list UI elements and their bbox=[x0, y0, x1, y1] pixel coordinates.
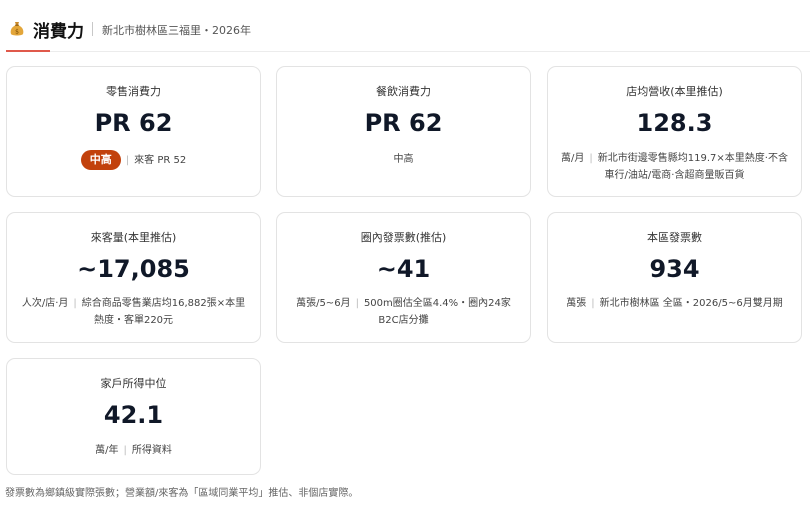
card-note: 萬/年 | 所得資料 bbox=[17, 442, 250, 459]
level-badge: 中高 bbox=[80, 150, 121, 170]
note-text: 新北市樹林區 全區・2026/5~6月雙月期 bbox=[599, 298, 783, 309]
note-divider: | bbox=[355, 298, 359, 309]
note-text: 綜合商品零售業店均16,882張×本里熱度・客單220元 bbox=[81, 298, 246, 326]
card-label: 本區發票數 bbox=[647, 231, 702, 244]
moneybag-icon: $ bbox=[10, 22, 24, 36]
note-divider: | bbox=[73, 298, 77, 309]
unit-text: 萬張/5~6月 bbox=[296, 298, 351, 309]
card-value: 934 bbox=[649, 255, 700, 283]
card-label: 圈內發票數(推估) bbox=[360, 231, 447, 244]
note-divider: | bbox=[123, 445, 127, 456]
note-text: 新北市街邊零售縣均119.7×本里熱度·不含車行/油站/電商·含超商量販百貨 bbox=[597, 153, 788, 181]
card-note: 萬張 | 新北市樹林區 全區・2026/5~6月雙月期 bbox=[558, 295, 791, 312]
store-revenue-card: 店均營收(本里推估) 128.3 萬/月 | 新北市街邊零售縣均119.7×本里熱度… bbox=[547, 66, 802, 197]
note-divider: | bbox=[125, 155, 130, 166]
card-label: 店均營收(本里推估) bbox=[626, 85, 723, 98]
card-note: 人次/店·月 | 綜合商品零售業店均16,882張×本里熱度・客單220元 bbox=[17, 295, 250, 329]
card-note: 中高 bbox=[393, 154, 414, 165]
card-value: ~17,085 bbox=[77, 255, 190, 283]
section-header: $ 消費力 新北市樹林區三福里・2026年 bbox=[0, 0, 810, 54]
footnote: 發票數為鄉鎮級實際張數；營業額/來客為「區域同業平均」推估、非個店實際。 bbox=[5, 488, 359, 499]
card-value: PR 62 bbox=[94, 109, 173, 137]
note-text: 來客 PR 52 bbox=[134, 155, 187, 166]
svg-text:$: $ bbox=[15, 29, 19, 36]
visitor-count-card: 來客量(本里推估) ~17,085 人次/店·月 | 綜合商品零售業店均16,882… bbox=[6, 212, 261, 343]
card-value: PR 62 bbox=[364, 109, 443, 137]
note-divider: | bbox=[591, 298, 595, 309]
location-subtitle: 新北市樹林區三福里・2026年 bbox=[102, 24, 251, 37]
household-income-card: 家戶所得中位 42.1 萬/年 | 所得資料 bbox=[6, 358, 261, 475]
card-value: ~41 bbox=[376, 255, 431, 283]
note-text: 所得資料 bbox=[131, 445, 172, 456]
card-label: 零售消費力 bbox=[106, 85, 161, 98]
card-label: 來客量(本里推估) bbox=[90, 231, 177, 244]
card-note: 萬/月 | 新北市街邊零售縣均119.7×本里熱度·不含車行/油站/電商·含超商量販… bbox=[558, 150, 791, 184]
card-label: 家戶所得中位 bbox=[100, 377, 167, 390]
note-text: 500m圈估全區4.4%・圈內24家B2C店分攤 bbox=[363, 298, 511, 326]
unit-text: 人次/店·月 bbox=[21, 298, 69, 309]
district-invoice-card: 本區發票數 934 萬張 | 新北市樹林區 全區・2026/5~6月雙月期 bbox=[547, 212, 802, 343]
card-value: 42.1 bbox=[103, 401, 164, 429]
title-accent-bar bbox=[6, 50, 50, 52]
note-divider: | bbox=[589, 153, 593, 164]
card-value: 128.3 bbox=[636, 109, 713, 137]
retail-spending-card: 零售消費力 PR 62 中高 | 來客 PR 52 bbox=[6, 66, 261, 197]
card-note: 中高 | 來客 PR 52 bbox=[17, 150, 250, 170]
unit-text: 萬/年 bbox=[95, 445, 119, 456]
unit-text: 萬張 bbox=[566, 298, 587, 309]
card-label: 餐飲消費力 bbox=[376, 85, 431, 98]
header-rule bbox=[50, 51, 810, 52]
card-note: 萬張/5~6月 | 500m圈估全區4.4%・圈內24家B2C店分攤 bbox=[287, 295, 520, 329]
header-divider bbox=[92, 22, 93, 36]
unit-text: 萬/月 bbox=[561, 153, 585, 164]
page-title: 消費力 bbox=[33, 22, 84, 42]
area-invoice-card: 圈內發票數(推估) ~41 萬張/5~6月 | 500m圈估全區4.4%・圈內24家… bbox=[276, 212, 531, 343]
dining-spending-card: 餐飲消費力 PR 62 中高 bbox=[276, 66, 531, 197]
